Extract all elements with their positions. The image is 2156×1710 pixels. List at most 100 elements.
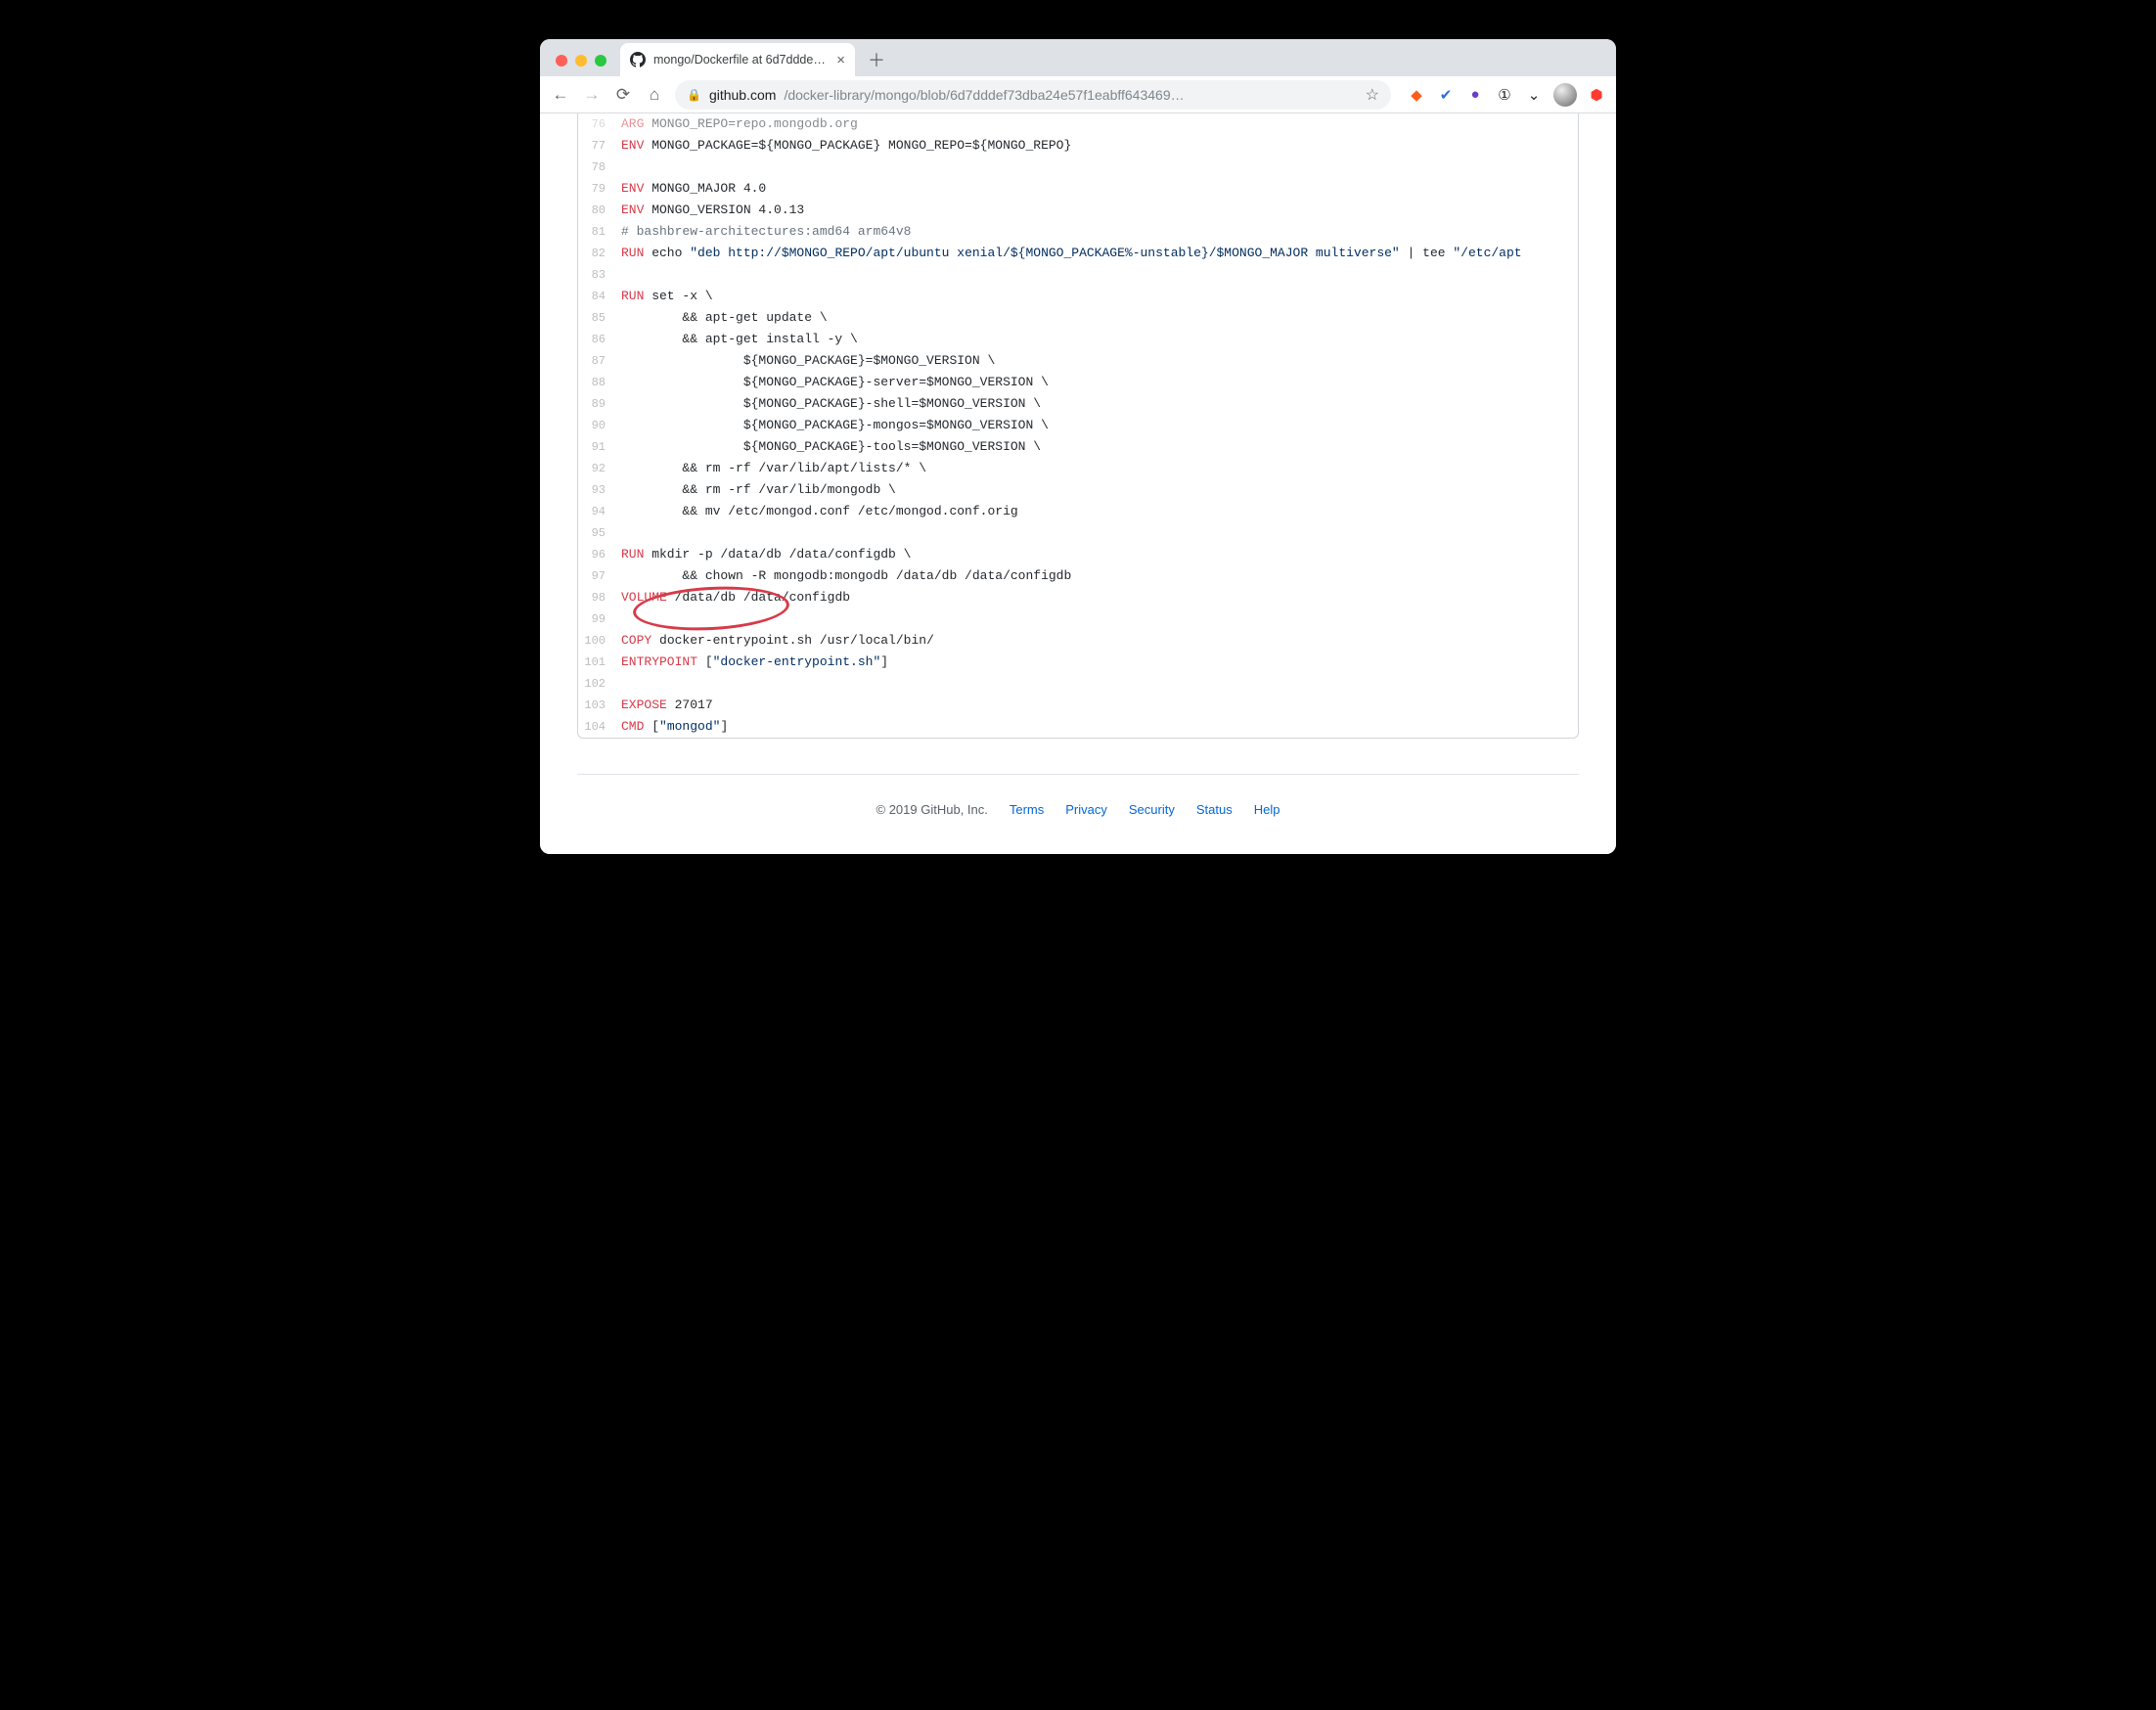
line-content[interactable]: ${MONGO_PACKAGE}-mongos=$MONGO_VERSION \ xyxy=(615,415,1578,436)
line-content[interactable]: ${MONGO_PACKAGE}-tools=$MONGO_VERSION \ xyxy=(615,436,1578,458)
code-line[interactable]: 101ENTRYPOINT ["docker-entrypoint.sh"] xyxy=(578,652,1578,673)
line-content[interactable]: ENV MONGO_VERSION 4.0.13 xyxy=(615,200,1578,221)
line-number[interactable]: 92 xyxy=(578,458,615,479)
line-content[interactable]: && chown -R mongodb:mongodb /data/db /da… xyxy=(615,565,1578,587)
line-number[interactable]: 99 xyxy=(578,608,615,630)
code-line[interactable]: 103EXPOSE 27017 xyxy=(578,695,1578,716)
line-number[interactable]: 90 xyxy=(578,415,615,436)
line-content[interactable]: && apt-get update \ xyxy=(615,307,1578,329)
line-number[interactable]: 89 xyxy=(578,393,615,415)
code-line[interactable]: 87 ${MONGO_PACKAGE}=$MONGO_VERSION \ xyxy=(578,350,1578,372)
code-line[interactable]: 86 && apt-get install -y \ xyxy=(578,329,1578,350)
code-line[interactable]: 83 xyxy=(578,264,1578,286)
code-line[interactable]: 100COPY docker-entrypoint.sh /usr/local/… xyxy=(578,630,1578,652)
extension-3-icon[interactable]: ● xyxy=(1465,85,1485,105)
line-number[interactable]: 100 xyxy=(578,630,615,652)
code-line[interactable]: 93 && rm -rf /var/lib/mongodb \ xyxy=(578,479,1578,501)
extension-pocket-icon[interactable]: ⌄ xyxy=(1524,85,1544,105)
window-minimize[interactable] xyxy=(575,55,587,67)
line-number[interactable]: 95 xyxy=(578,522,615,544)
nav-reload-icon[interactable]: ⟳ xyxy=(612,85,634,105)
browser-tab[interactable]: mongo/Dockerfile at 6d7dddef… × xyxy=(620,43,855,76)
window-maximize[interactable] xyxy=(595,55,606,67)
line-number[interactable]: 103 xyxy=(578,695,615,716)
bookmark-star-icon[interactable]: ☆ xyxy=(1358,85,1379,105)
line-number[interactable]: 87 xyxy=(578,350,615,372)
line-content[interactable]: ${MONGO_PACKAGE}-shell=$MONGO_VERSION \ xyxy=(615,393,1578,415)
line-number[interactable]: 85 xyxy=(578,307,615,329)
line-number[interactable]: 91 xyxy=(578,436,615,458)
line-number[interactable]: 104 xyxy=(578,716,615,738)
line-content[interactable]: && apt-get install -y \ xyxy=(615,329,1578,350)
code-line[interactable]: 92 && rm -rf /var/lib/apt/lists/* \ xyxy=(578,458,1578,479)
window-close[interactable] xyxy=(556,55,567,67)
code-line[interactable]: 94 && mv /etc/mongod.conf /etc/mongod.co… xyxy=(578,501,1578,522)
code-line[interactable]: 95 xyxy=(578,522,1578,544)
line-number[interactable]: 83 xyxy=(578,264,615,286)
line-content[interactable]: ENTRYPOINT ["docker-entrypoint.sh"] xyxy=(615,652,1578,673)
line-content[interactable]: && mv /etc/mongod.conf /etc/mongod.conf.… xyxy=(615,501,1578,522)
nav-back-icon[interactable]: ← xyxy=(550,85,571,105)
code-line[interactable]: 80ENV MONGO_VERSION 4.0.13 xyxy=(578,200,1578,221)
code-line[interactable]: 96RUN mkdir -p /data/db /data/configdb \ xyxy=(578,544,1578,565)
line-content[interactable] xyxy=(615,673,1578,695)
code-line[interactable]: 78 xyxy=(578,157,1578,178)
code-line[interactable]: 97 && chown -R mongodb:mongodb /data/db … xyxy=(578,565,1578,587)
line-content[interactable]: EXPOSE 27017 xyxy=(615,695,1578,716)
line-number[interactable]: 77 xyxy=(578,135,615,157)
line-content[interactable]: # bashbrew-architectures:amd64 arm64v8 xyxy=(615,221,1578,243)
address-bar[interactable]: 🔒 github.com/docker-library/mongo/blob/6… xyxy=(675,80,1391,110)
footer-link-privacy[interactable]: Privacy xyxy=(1065,802,1107,817)
code-line[interactable]: 85 && apt-get update \ xyxy=(578,307,1578,329)
line-content[interactable]: ARG MONGO_REPO=repo.mongodb.org xyxy=(615,113,1578,135)
line-content[interactable] xyxy=(615,157,1578,178)
line-number[interactable]: 98 xyxy=(578,587,615,608)
line-content[interactable]: ENV MONGO_MAJOR 4.0 xyxy=(615,178,1578,200)
line-content[interactable]: ${MONGO_PACKAGE}-server=$MONGO_VERSION \ xyxy=(615,372,1578,393)
line-content[interactable] xyxy=(615,522,1578,544)
code-line[interactable]: 79ENV MONGO_MAJOR 4.0 xyxy=(578,178,1578,200)
code-line[interactable]: 102 xyxy=(578,673,1578,695)
line-content[interactable]: VOLUME /data/db /data/configdb xyxy=(615,587,1578,608)
line-number[interactable]: 79 xyxy=(578,178,615,200)
line-number[interactable]: 88 xyxy=(578,372,615,393)
line-number[interactable]: 76 xyxy=(578,113,615,135)
line-content[interactable] xyxy=(615,264,1578,286)
footer-link-help[interactable]: Help xyxy=(1254,802,1280,817)
footer-link-status[interactable]: Status xyxy=(1196,802,1233,817)
code-line[interactable]: 76ARG MONGO_REPO=repo.mongodb.org xyxy=(578,113,1578,135)
line-number[interactable]: 86 xyxy=(578,329,615,350)
line-number[interactable]: 97 xyxy=(578,565,615,587)
line-number[interactable]: 102 xyxy=(578,673,615,695)
line-content[interactable]: RUN mkdir -p /data/db /data/configdb \ xyxy=(615,544,1578,565)
code-line[interactable]: 104CMD ["mongod"] xyxy=(578,716,1578,738)
code-line[interactable]: 84RUN set -x \ xyxy=(578,286,1578,307)
line-content[interactable]: && rm -rf /var/lib/mongodb \ xyxy=(615,479,1578,501)
line-number[interactable]: 101 xyxy=(578,652,615,673)
line-content[interactable]: && rm -rf /var/lib/apt/lists/* \ xyxy=(615,458,1578,479)
code-line[interactable]: 91 ${MONGO_PACKAGE}-tools=$MONGO_VERSION… xyxy=(578,436,1578,458)
line-content[interactable]: ${MONGO_PACKAGE}=$MONGO_VERSION \ xyxy=(615,350,1578,372)
line-content[interactable]: ENV MONGO_PACKAGE=${MONGO_PACKAGE} MONGO… xyxy=(615,135,1578,157)
line-number[interactable]: 80 xyxy=(578,200,615,221)
line-number[interactable]: 82 xyxy=(578,243,615,264)
code-line[interactable]: 89 ${MONGO_PACKAGE}-shell=$MONGO_VERSION… xyxy=(578,393,1578,415)
code-line[interactable]: 82RUN echo "deb http://$MONGO_REPO/apt/u… xyxy=(578,243,1578,264)
code-line[interactable]: 88 ${MONGO_PACKAGE}-server=$MONGO_VERSIO… xyxy=(578,372,1578,393)
extension-6-icon[interactable]: ⬢ xyxy=(1587,85,1606,105)
code-line[interactable]: 77ENV MONGO_PACKAGE=${MONGO_PACKAGE} MON… xyxy=(578,135,1578,157)
line-content[interactable]: COPY docker-entrypoint.sh /usr/local/bin… xyxy=(615,630,1578,652)
code-line[interactable]: 99 xyxy=(578,608,1578,630)
line-number[interactable]: 78 xyxy=(578,157,615,178)
nav-home-icon[interactable]: ⌂ xyxy=(644,85,665,105)
line-number[interactable]: 93 xyxy=(578,479,615,501)
extension-2-icon[interactable]: ✔ xyxy=(1436,85,1456,105)
code-line[interactable]: 98VOLUME /data/db /data/configdb xyxy=(578,587,1578,608)
line-content[interactable] xyxy=(615,608,1578,630)
code-line[interactable]: 81# bashbrew-architectures:amd64 arm64v8 xyxy=(578,221,1578,243)
tab-close-icon[interactable]: × xyxy=(836,52,845,68)
extension-1-icon[interactable]: ◆ xyxy=(1407,85,1426,105)
line-number[interactable]: 81 xyxy=(578,221,615,243)
footer-link-terms[interactable]: Terms xyxy=(1010,802,1044,817)
profile-avatar[interactable] xyxy=(1553,83,1577,107)
